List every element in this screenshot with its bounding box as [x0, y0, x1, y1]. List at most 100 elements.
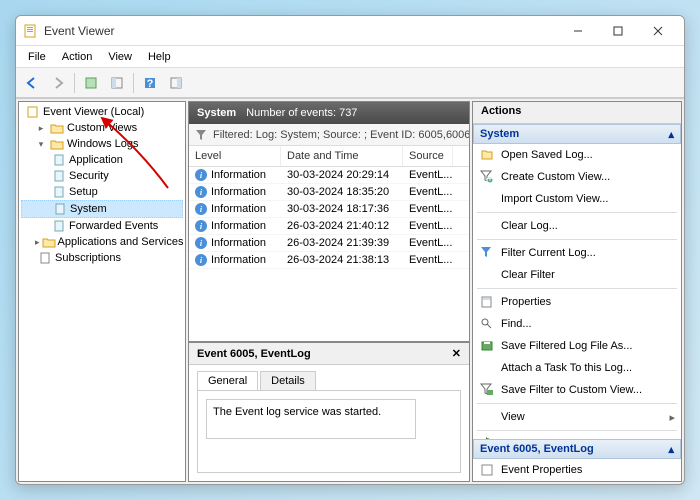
help-icon[interactable]: ?	[138, 71, 162, 95]
section-label: System	[480, 128, 519, 140]
action-clear-log[interactable]: Clear Log...	[473, 215, 681, 237]
expand-icon[interactable]: ▸	[35, 122, 47, 134]
log-name: System	[197, 107, 236, 119]
events-grid[interactable]: Level Date and Time Source iInformation3…	[189, 146, 469, 341]
event-row[interactable]: iInformation26-03-2024 21:39:39EventL...	[189, 235, 469, 252]
menu-view[interactable]: View	[100, 48, 140, 66]
action-view[interactable]: View ▸	[473, 406, 681, 428]
actions-panel: Actions System ▴ Open Saved Log...+Creat…	[472, 101, 682, 482]
expand-icon[interactable]: ▸	[35, 236, 40, 248]
forward-button[interactable]	[46, 71, 70, 95]
action-save-filter-to-custom-view[interactable]: Save Filter to Custom View...	[473, 379, 681, 401]
tree-label: Application	[69, 154, 123, 166]
properties-icon	[479, 462, 495, 478]
tree-panel[interactable]: Event Viewer (Local) ▸ Custom Views ▾ Wi…	[18, 101, 186, 482]
tree-security[interactable]: Security	[21, 168, 183, 184]
collapse-icon[interactable]: ▾	[35, 138, 47, 150]
center-header: System Number of events: 737	[189, 102, 469, 124]
action-filter-current-log[interactable]: Filter Current Log...	[473, 242, 681, 264]
event-row[interactable]: iInformation30-03-2024 18:35:20EventL...	[189, 184, 469, 201]
tree-application[interactable]: Application	[21, 152, 183, 168]
svg-text:+: +	[487, 173, 493, 184]
actions-section-system[interactable]: System ▴	[473, 124, 681, 144]
back-button[interactable]	[20, 71, 44, 95]
collapse-icon[interactable]: ▴	[668, 128, 674, 141]
close-detail-button[interactable]: ✕	[452, 347, 461, 360]
tree-windows-logs[interactable]: ▾ Windows Logs	[21, 136, 183, 152]
tree-label: Security	[69, 170, 109, 182]
folder-icon	[42, 235, 56, 249]
action-label: Clear Log...	[501, 220, 558, 232]
action-label: Save Filter to Custom View...	[501, 384, 642, 396]
action-icon	[479, 218, 495, 234]
tree-label: Custom Views	[67, 122, 137, 134]
tree-apps-services[interactable]: ▸ Applications and Services Lo	[21, 234, 183, 250]
tree-system[interactable]: System	[21, 200, 183, 218]
event-row[interactable]: iInformation30-03-2024 18:17:36EventL...	[189, 201, 469, 218]
folder-icon	[49, 121, 65, 135]
info-icon: i	[195, 220, 207, 232]
menubar: File Action View Help	[16, 46, 684, 68]
tree-label: System	[70, 203, 107, 215]
action-label: Save Filtered Log File As...	[501, 340, 632, 352]
actions-section-event[interactable]: Event 6005, EventLog ▴	[473, 439, 681, 459]
tree-root[interactable]: Event Viewer (Local)	[21, 104, 183, 120]
action-find[interactable]: Find...	[473, 313, 681, 335]
event-row[interactable]: iInformation30-03-2024 20:29:14EventL...	[189, 167, 469, 184]
action-label: Properties	[501, 296, 551, 308]
tree-subscriptions[interactable]: Subscriptions	[21, 250, 183, 266]
close-button[interactable]	[638, 17, 678, 45]
col-date[interactable]: Date and Time	[281, 146, 403, 166]
tree-root-label: Event Viewer (Local)	[43, 106, 144, 118]
event-row[interactable]: iInformation26-03-2024 21:38:13EventL...	[189, 252, 469, 269]
collapse-icon[interactable]: ▴	[668, 443, 674, 456]
filter-bar: Filtered: Log: System; Source: ; Event I…	[189, 124, 469, 146]
detail-title: Event 6005, EventLog	[197, 348, 311, 360]
detail-header: Event 6005, EventLog ✕	[189, 343, 469, 365]
action-event-properties[interactable]: Event Properties	[473, 459, 681, 481]
tab-general[interactable]: General	[197, 371, 258, 390]
minimize-button[interactable]	[558, 17, 598, 45]
action-attach-a-task-to-this-log[interactable]: Attach a Task To this Log...	[473, 357, 681, 379]
toolbar-icon-2[interactable]	[105, 71, 129, 95]
action-label: Create Custom View...	[501, 171, 610, 183]
event-viewer-icon	[25, 105, 41, 119]
menu-help[interactable]: Help	[140, 48, 179, 66]
col-source[interactable]: Source	[403, 146, 453, 166]
info-icon: i	[195, 186, 207, 198]
tab-details[interactable]: Details	[260, 371, 316, 390]
tree-forwarded[interactable]: Forwarded Events	[21, 218, 183, 234]
tree-custom-views[interactable]: ▸ Custom Views	[21, 120, 183, 136]
action-clear-filter[interactable]: Clear Filter	[473, 264, 681, 286]
action-label: View	[501, 411, 525, 423]
col-level[interactable]: Level	[189, 146, 281, 166]
tree-label: Setup	[69, 186, 98, 198]
log-icon	[51, 169, 67, 183]
tree-label: Forwarded Events	[69, 220, 158, 232]
event-row[interactable]: iInformation26-03-2024 21:40:12EventL...	[189, 218, 469, 235]
detail-tabs: General Details	[189, 365, 469, 390]
menu-file[interactable]: File	[20, 48, 54, 66]
folder-icon	[49, 137, 65, 151]
log-icon	[51, 153, 67, 167]
action-save-filtered-log-file-as[interactable]: Save Filtered Log File As...	[473, 335, 681, 357]
action-label: Attach a Task To this Log...	[501, 362, 632, 374]
grid-header[interactable]: Level Date and Time Source	[189, 146, 469, 167]
toolbar-icon-4[interactable]	[164, 71, 188, 95]
action-icon	[479, 267, 495, 283]
tree-setup[interactable]: Setup	[21, 184, 183, 200]
separator	[477, 239, 677, 240]
action-import-custom-view[interactable]: Import Custom View...	[473, 188, 681, 210]
svg-text:?: ?	[147, 78, 154, 90]
chevron-right-icon: ▸	[669, 411, 675, 424]
maximize-button[interactable]	[598, 17, 638, 45]
action-label: Filter Current Log...	[501, 247, 596, 259]
action-create-custom-view[interactable]: + Create Custom View...	[473, 166, 681, 188]
toolbar-icon-1[interactable]	[79, 71, 103, 95]
action-open-saved-log[interactable]: Open Saved Log...	[473, 144, 681, 166]
menu-action[interactable]: Action	[54, 48, 101, 66]
action-properties[interactable]: Properties	[473, 291, 681, 313]
filter-text: Filtered: Log: System; Source: ; Event I…	[213, 129, 469, 141]
log-icon	[51, 185, 67, 199]
info-icon: i	[195, 203, 207, 215]
